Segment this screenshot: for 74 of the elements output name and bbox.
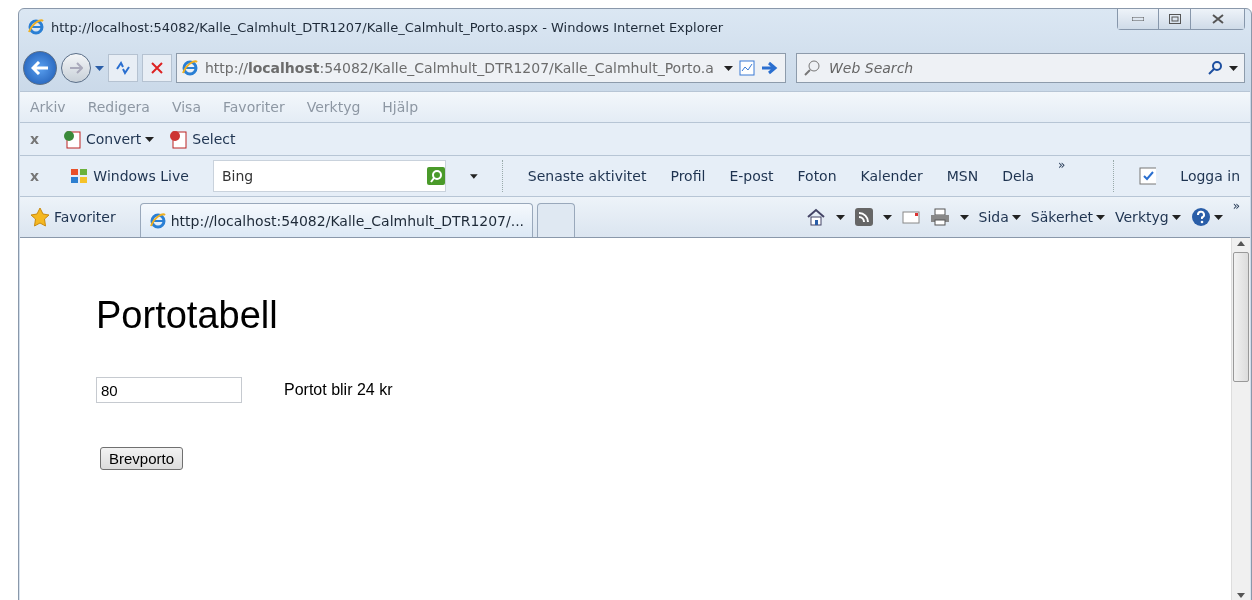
window-title: http://localhost:54082/Kalle_Calmhult_DTR1207/Kalle_Calmhult_Porto.aspx - Windows Internet Explorer <box>51 19 725 35</box>
toolbar-link[interactable]: Senaste aktivitet <box>527 168 647 184</box>
search-icon[interactable] <box>427 167 446 185</box>
convert-button[interactable]: Convert <box>86 131 142 147</box>
document-icon <box>168 129 189 149</box>
windows-live-button[interactable]: Windows Live <box>93 168 189 184</box>
windows-logo-icon <box>69 167 90 185</box>
minimize-icon <box>1132 17 1144 21</box>
close-toolbar-button[interactable]: x <box>30 168 46 184</box>
address-field[interactable]: http://localhost:54082/Kalle_Calmhult_DTR1207/Kalle_Calmhult_Porto.a <box>176 53 786 83</box>
refresh-button[interactable] <box>108 54 138 82</box>
maximize-icon <box>1168 14 1181 24</box>
caret-icon <box>1171 214 1181 220</box>
forward-button[interactable] <box>61 53 91 83</box>
browser-icon <box>148 211 167 230</box>
scroll-down-icon[interactable] <box>1237 591 1245 600</box>
command-menu[interactable]: Sida <box>978 209 1009 225</box>
caret-icon <box>470 173 478 179</box>
caret-icon[interactable] <box>95 65 104 71</box>
caret-icon <box>1213 214 1223 220</box>
close-button[interactable] <box>1190 9 1244 29</box>
overflow-chevron[interactable]: » <box>1232 199 1240 213</box>
toolbar-link[interactable]: Profil <box>670 168 706 184</box>
caret-icon <box>882 214 892 220</box>
toolbar-link[interactable]: E-post <box>729 168 774 184</box>
caret-icon <box>1011 214 1021 220</box>
stop-button[interactable] <box>142 54 172 82</box>
mail-icon[interactable] <box>901 210 920 224</box>
back-button[interactable] <box>23 51 57 85</box>
maximize-button[interactable] <box>1158 9 1190 29</box>
document-icon <box>62 129 82 149</box>
caret-icon <box>959 214 969 220</box>
caret-icon <box>1229 65 1238 71</box>
command-menu[interactable]: Verktyg <box>1115 209 1169 225</box>
toolbar-link[interactable]: Dela <box>1002 168 1035 184</box>
compatibility-icon[interactable] <box>739 60 755 76</box>
caret-icon <box>145 136 155 142</box>
close-icon <box>1211 14 1224 24</box>
command-menu[interactable]: Säkerhet <box>1030 209 1093 225</box>
browser-tab[interactable]: http://localhost:54082/Kalle_Calmhult_DTR1207/... <box>139 203 534 237</box>
go-arrow-icon[interactable] <box>761 61 779 75</box>
overflow-chevron[interactable]: » <box>1058 158 1066 172</box>
help-icon[interactable] <box>1190 207 1211 227</box>
select-button[interactable]: Select <box>192 131 236 147</box>
close-toolbar-button[interactable]: x <box>30 131 48 147</box>
feed-icon[interactable] <box>854 208 873 226</box>
refresh-icon <box>115 61 131 75</box>
login-link[interactable]: Logga in <box>1180 168 1240 184</box>
checkbox-icon[interactable] <box>1139 167 1157 185</box>
browser-icon <box>181 59 199 77</box>
home-icon[interactable] <box>805 207 826 227</box>
toolbar-link[interactable]: Foton <box>797 168 837 184</box>
scrollbar[interactable] <box>1231 238 1250 600</box>
browser-icon <box>27 18 45 36</box>
search-box[interactable]: Web Search <box>796 53 1245 83</box>
brevporto-button[interactable]: Brevporto <box>100 447 184 470</box>
caret-icon <box>835 214 845 220</box>
search-icon[interactable] <box>1207 60 1223 76</box>
search-field[interactable]: Web Search <box>827 59 1201 77</box>
forward-arrow-icon <box>69 62 83 74</box>
toolbar-link[interactable]: MSN <box>946 168 979 184</box>
search-icon <box>803 59 821 77</box>
stop-icon <box>151 62 163 74</box>
toolbar-link[interactable]: Kalender <box>860 168 923 184</box>
bing-search-box[interactable]: Bing <box>212 160 447 192</box>
printer-icon[interactable] <box>929 208 950 226</box>
page-heading: Portotabell <box>96 294 279 337</box>
star-icon <box>30 207 50 227</box>
favorites-button[interactable]: Favoriter <box>54 209 116 225</box>
weight-input[interactable]: 80 <box>96 377 242 403</box>
result-text: Portot blir 24 kr <box>284 381 393 399</box>
caret-icon <box>724 65 733 71</box>
caret-icon <box>1096 214 1105 220</box>
back-arrow-icon <box>31 61 49 75</box>
